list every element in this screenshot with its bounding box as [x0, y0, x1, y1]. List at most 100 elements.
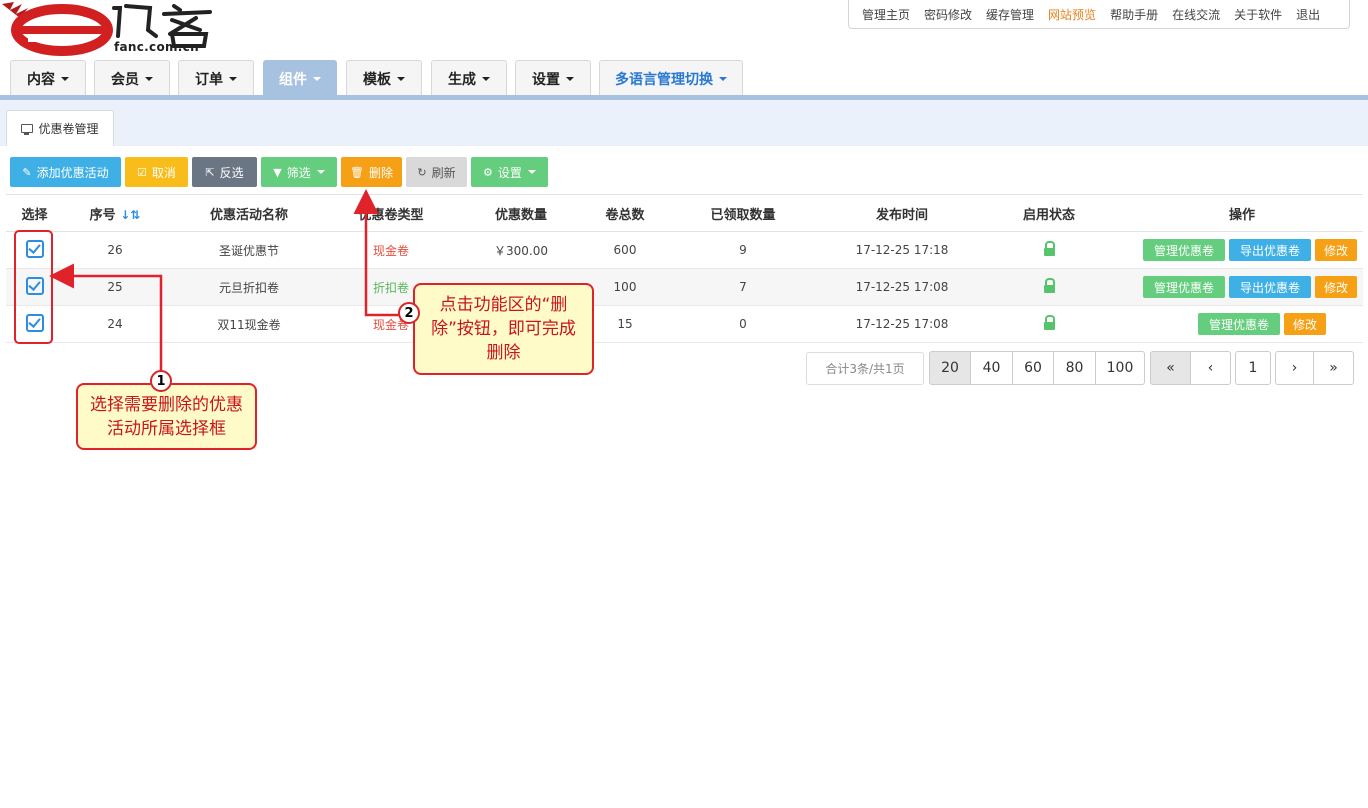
page-size-80[interactable]: 80 — [1054, 351, 1096, 385]
page-number[interactable]: 1 — [1235, 351, 1271, 385]
link-admin-home[interactable]: 管理主页 — [862, 6, 910, 23]
col-claimed: 已领取数量 — [659, 194, 827, 232]
tab-components[interactable]: 组件 — [263, 60, 337, 96]
main-nav: 内容 会员 订单 组件 模板 生成 设置 多语言管理切换 — [0, 60, 1368, 100]
row-amount: ￥300.00 — [451, 231, 591, 269]
col-actions: 操作 — [1121, 194, 1363, 232]
page-size-40[interactable]: 40 — [971, 351, 1013, 385]
unlock-icon[interactable] — [1043, 314, 1055, 330]
chevron-down-icon — [316, 170, 325, 174]
tab-orders[interactable]: 订单 — [178, 60, 254, 96]
col-total: 卷总数 — [591, 194, 659, 232]
filter-button[interactable]: ▼ 筛选 — [261, 157, 337, 187]
sort-icon[interactable]: ↓⇅ — [120, 208, 140, 222]
checkbox-highlight — [14, 230, 53, 344]
link-cache[interactable]: 缓存管理 — [986, 6, 1034, 23]
col-index[interactable]: 序号 ↓⇅ — [63, 194, 167, 232]
page-size-60[interactable]: 60 — [1013, 351, 1054, 385]
unlock-icon[interactable] — [1043, 277, 1055, 293]
gear-icon: ⚙ — [483, 165, 493, 179]
row-claimed: 7 — [659, 268, 827, 306]
prev-page-icon[interactable]: ‹ — [1191, 351, 1231, 385]
link-help[interactable]: 帮助手册 — [1110, 6, 1158, 23]
page-nav-group: « ‹ 1 › » — [1150, 351, 1354, 385]
row-type: 现金卷 — [331, 231, 451, 269]
row-time: 17-12-25 17:18 — [827, 231, 977, 269]
callout-delete-button: 点击功能区的“删除”按钮，即可完成删除 — [413, 283, 594, 375]
manage-coupon-button[interactable]: 管理优惠卷 — [1142, 276, 1225, 298]
row-time: 17-12-25 17:08 — [827, 268, 977, 306]
export-coupon-button[interactable]: 导出优惠卷 — [1228, 239, 1311, 261]
tab-settings[interactable]: 设置 — [515, 60, 591, 96]
settings-button[interactable]: ⚙ 设置 — [471, 157, 548, 187]
edit-button[interactable]: 修改 — [1284, 313, 1327, 335]
manage-coupon-button[interactable]: 管理优惠卷 — [1197, 313, 1280, 335]
step-badge: 2 — [398, 302, 420, 324]
tab-coupon-management[interactable]: 优惠卷管理 — [6, 110, 114, 146]
row-total: 100 — [591, 268, 659, 306]
chevron-down-icon — [566, 76, 574, 81]
table-row: 25 元旦折扣卷 折扣卷 100 7 17-12-25 17:08 管理优惠卷导… — [6, 268, 1363, 306]
link-preview[interactable]: 网站预览 — [1048, 6, 1096, 23]
link-online-chat[interactable]: 在线交流 — [1172, 6, 1220, 23]
first-page-icon[interactable]: « — [1150, 351, 1191, 385]
top-links: 管理主页 密码修改 缓存管理 网站预览 帮助手册 在线交流 关于软件 退出 — [848, 0, 1350, 29]
edit-icon: ✎ — [22, 165, 32, 179]
unlock-icon[interactable] — [1043, 240, 1055, 256]
edit-button[interactable]: 修改 — [1314, 239, 1357, 261]
row-id: 26 — [63, 231, 167, 269]
row-name: 双11现金卷 — [167, 305, 331, 343]
edit-button[interactable]: 修改 — [1314, 276, 1357, 298]
filter-icon: ▼ — [273, 165, 282, 179]
header: fanc.com.cn 管理主页 密码修改 缓存管理 网站预览 帮助手册 在线交… — [0, 0, 1368, 60]
toolbar: ✎ 添加优惠活动 ☑ 取消 ⇱ 反选 ▼ 筛选 🗑 删除 ↻ 刷新 ⚙ 设置 — [10, 157, 552, 187]
next-page-icon[interactable]: › — [1275, 351, 1314, 385]
step-badge: 1 — [150, 370, 172, 392]
col-time: 发布时间 — [827, 194, 977, 232]
tab-generate[interactable]: 生成 — [431, 60, 507, 96]
pagination-info: 合计3条/共1页 — [806, 352, 924, 385]
share-icon: ⇱ — [205, 165, 215, 179]
page-size-20[interactable]: 20 — [929, 351, 971, 385]
link-about[interactable]: 关于软件 — [1234, 6, 1282, 23]
subtab-label: 优惠卷管理 — [38, 122, 99, 136]
manage-coupon-button[interactable]: 管理优惠卷 — [1142, 239, 1225, 261]
tab-templates[interactable]: 模板 — [346, 60, 422, 96]
cancel-button[interactable]: ☑ 取消 — [125, 157, 188, 187]
link-logout[interactable]: 退出 — [1296, 6, 1320, 23]
export-coupon-button[interactable]: 导出优惠卷 — [1228, 276, 1311, 298]
col-select: 选择 — [6, 194, 63, 232]
check-square-icon: ☑ — [137, 165, 147, 179]
page-size-group: 20 40 60 80 100 — [929, 351, 1145, 385]
chevron-down-icon — [397, 76, 405, 81]
page-size-100[interactable]: 100 — [1096, 351, 1145, 385]
chevron-down-icon — [719, 76, 727, 81]
add-activity-button[interactable]: ✎ 添加优惠活动 — [10, 157, 121, 187]
table-row: 24 双11现金卷 现金卷 15 0 17-12-25 17:08 管理优惠卷修… — [6, 305, 1363, 343]
row-name: 圣诞优惠节 — [167, 231, 331, 269]
col-amount: 优惠数量 — [451, 194, 591, 232]
logo: fanc.com.cn — [0, 0, 230, 58]
row-id: 25 — [63, 268, 167, 306]
table-row: 26 圣诞优惠节 现金卷 ￥300.00 600 9 17-12-25 17:1… — [6, 231, 1363, 269]
col-type: 优惠卷类型 — [331, 194, 451, 232]
monitor-icon — [21, 124, 34, 135]
chevron-down-icon — [229, 76, 237, 81]
delete-button[interactable]: 🗑 删除 — [341, 157, 402, 187]
chevron-down-icon — [313, 76, 321, 81]
tab-content[interactable]: 内容 — [10, 60, 86, 96]
table-header: 选择 序号 ↓⇅ 优惠活动名称 优惠卷类型 优惠数量 卷总数 已领取数量 发布时… — [6, 194, 1363, 232]
row-total: 15 — [591, 305, 659, 343]
invert-selection-button[interactable]: ⇱ 反选 — [192, 157, 257, 187]
trash-icon: 🗑 — [350, 165, 364, 179]
tab-members[interactable]: 会员 — [94, 60, 170, 96]
sub-header: 优惠卷管理 — [0, 100, 1368, 146]
last-page-icon[interactable]: » — [1314, 351, 1354, 385]
refresh-button[interactable]: ↻ 刷新 — [406, 157, 467, 187]
coupon-table: 选择 序号 ↓⇅ 优惠活动名称 优惠卷类型 优惠数量 卷总数 已领取数量 发布时… — [6, 194, 1363, 343]
refresh-icon: ↻ — [417, 165, 427, 179]
row-claimed: 0 — [659, 305, 827, 343]
row-time: 17-12-25 17:08 — [827, 305, 977, 343]
tab-language[interactable]: 多语言管理切换 — [599, 60, 743, 96]
link-change-password[interactable]: 密码修改 — [924, 6, 972, 23]
